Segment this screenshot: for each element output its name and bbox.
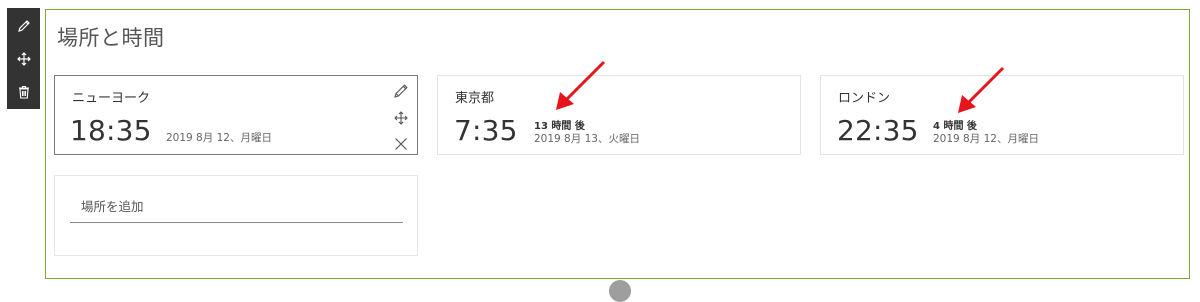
clock-location: 東京都 [455, 91, 495, 106]
clock-date: 2019 8月 13、火曜日 [534, 133, 640, 145]
add-location-card [54, 175, 418, 256]
pencil-icon [394, 84, 408, 98]
clock-card-newyork[interactable]: ニューヨーク 18:35 2019 8月 12、月曜日 [54, 75, 418, 155]
move-webpart-button[interactable] [7, 42, 40, 75]
pencil-icon [17, 19, 30, 32]
clock-offset: 4 時間 後 [933, 121, 977, 132]
add-location-input[interactable] [70, 195, 403, 223]
clock-date: 2019 8月 12、月曜日 [933, 133, 1039, 145]
close-icon [395, 138, 407, 150]
move-icon [394, 111, 408, 125]
clock-time: 22:35 [837, 114, 919, 147]
remove-location-button[interactable] [392, 135, 410, 153]
trash-icon [18, 85, 29, 99]
webpart-toolbar [7, 8, 40, 109]
clock-time: 7:35 [454, 114, 518, 147]
clock-location: ニューヨーク [72, 91, 151, 106]
clock-time: 18:35 [70, 114, 152, 147]
move-location-button[interactable] [392, 109, 410, 127]
edit-webpart-button[interactable] [7, 9, 40, 42]
clock-card-london[interactable]: ロンドン 22:35 4 時間 後 2019 8月 12、月曜日 [820, 75, 1184, 155]
add-section-icon[interactable] [609, 280, 631, 302]
move-icon [16, 51, 31, 66]
webpart-title: 場所と時間 [57, 26, 165, 50]
clock-location: ロンドン [838, 91, 891, 106]
clock-offset: 13 時間 後 [534, 121, 585, 132]
delete-webpart-button[interactable] [7, 75, 40, 108]
edit-location-button[interactable] [392, 82, 410, 100]
clock-card-tokyo[interactable]: 東京都 7:35 13 時間 後 2019 8月 13、火曜日 [437, 75, 801, 155]
clock-date: 2019 8月 12、月曜日 [166, 132, 272, 144]
